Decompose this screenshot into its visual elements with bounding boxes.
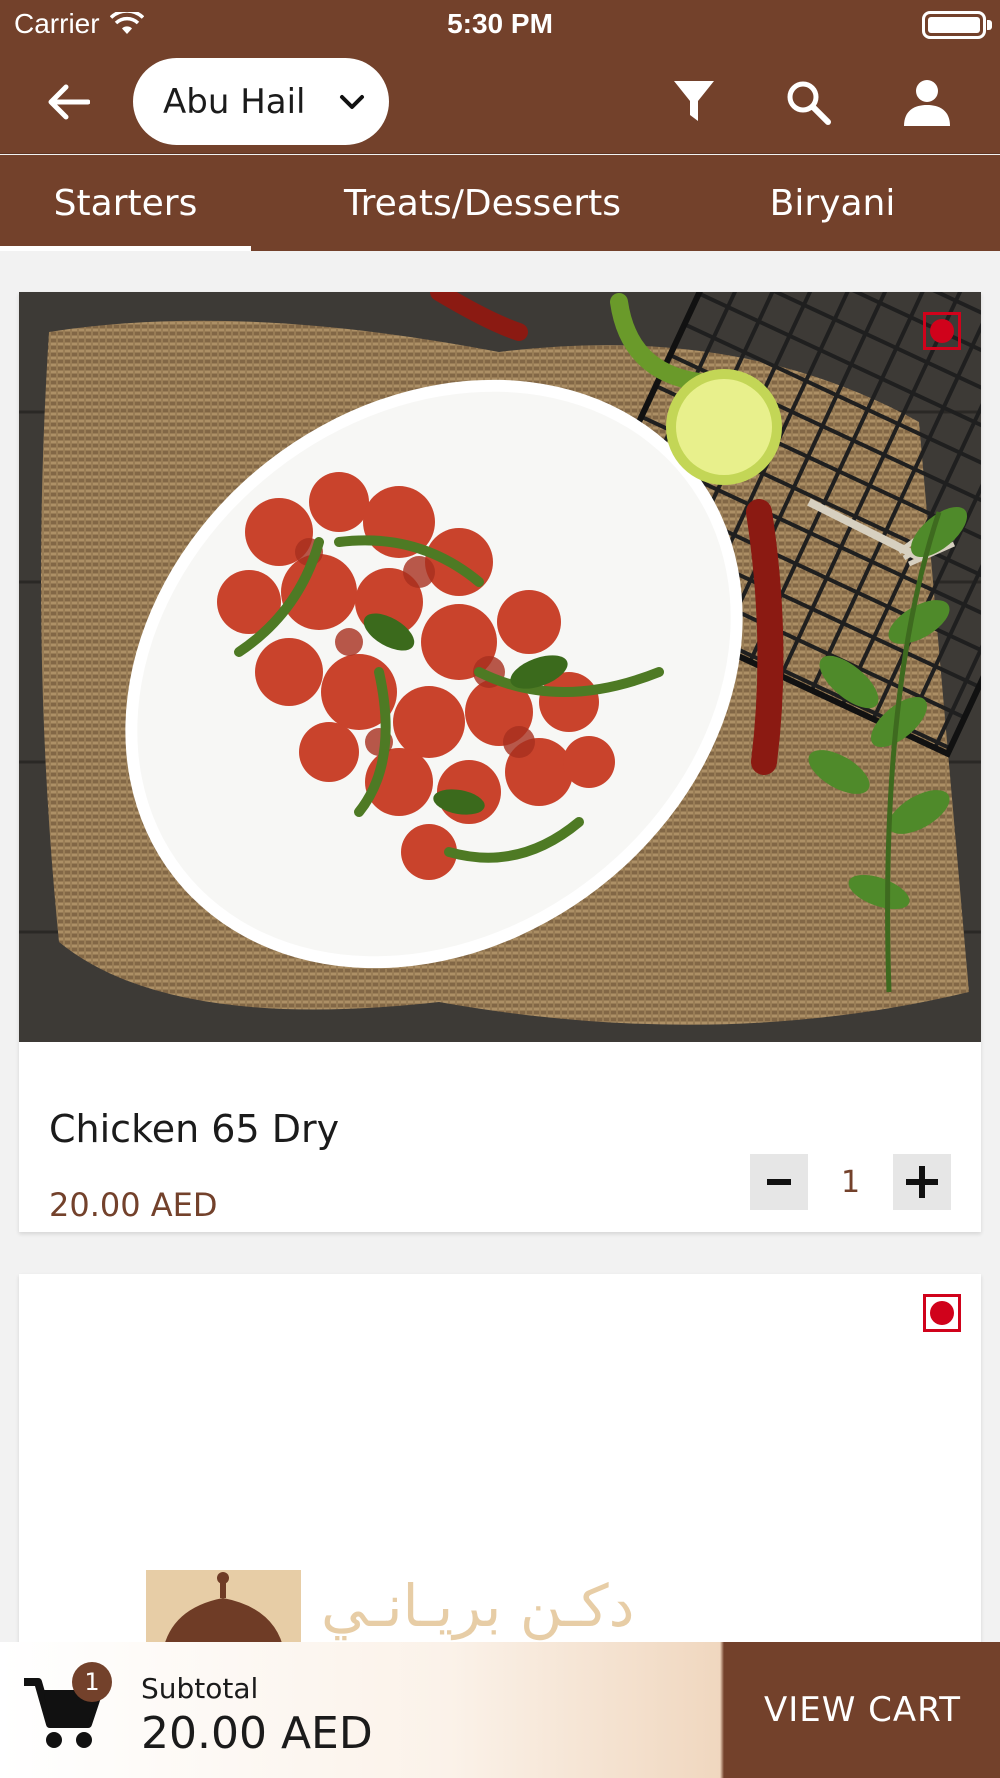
non-veg-indicator-icon — [923, 1294, 961, 1332]
tab-treats-desserts[interactable]: Treats/Desserts — [330, 155, 635, 251]
back-button[interactable] — [38, 72, 98, 132]
view-cart-button[interactable]: VIEW CART — [725, 1642, 1000, 1778]
item-name: Chicken 65 Dry — [49, 1107, 340, 1151]
tab-label: Treats/Desserts — [343, 182, 622, 224]
search-button[interactable] — [778, 72, 838, 132]
location-dropdown[interactable]: Abu Hail — [133, 58, 389, 145]
non-veg-indicator-icon — [923, 312, 961, 350]
arrow-left-icon — [48, 84, 90, 120]
minus-icon — [767, 1179, 791, 1185]
increase-quantity-button[interactable] — [893, 1154, 951, 1210]
category-tabs: Starters Treats/Desserts Biryani — [0, 155, 1000, 251]
menu-item-card[interactable]: Chicken 65 Dry 20.00 AED 1 — [19, 292, 981, 1232]
item-price: 20.00 AED — [49, 1186, 218, 1224]
quantity-stepper: 1 — [750, 1154, 951, 1210]
decrease-quantity-button[interactable] — [750, 1154, 808, 1210]
status-time: 5:30 PM — [447, 8, 553, 39]
subtotal-label: Subtotal — [141, 1672, 259, 1705]
brand-logo-text: دكـن بريـانـي — [321, 1572, 635, 1640]
top-nav-bar: Abu Hail — [0, 50, 1000, 154]
subtotal-value: 20.00 AED — [141, 1708, 373, 1759]
plus-icon — [906, 1166, 938, 1198]
tab-label: Starters — [53, 182, 198, 224]
chicken-dish-photo — [19, 292, 981, 1042]
profile-button[interactable] — [897, 72, 957, 132]
battery-icon — [922, 11, 992, 39]
quantity-value: 1 — [840, 1164, 861, 1200]
tab-starters[interactable]: Starters — [0, 155, 251, 251]
search-icon — [787, 81, 831, 125]
tab-biryani[interactable]: Biryani — [740, 155, 925, 251]
cart-summary-bar: 1 Subtotal 20.00 AED VIEW CART — [0, 1642, 1000, 1778]
tab-label: Biryani — [769, 182, 896, 224]
filter-button[interactable] — [664, 72, 724, 132]
cart-count-badge: 1 — [72, 1662, 112, 1702]
status-bar: Carrier 5:30 PM — [0, 0, 1000, 50]
chevron-down-icon — [340, 94, 364, 109]
person-icon — [904, 80, 950, 126]
item-photo[interactable] — [19, 292, 981, 1042]
location-label: Abu Hail — [163, 81, 306, 122]
filter-icon — [674, 81, 714, 121]
